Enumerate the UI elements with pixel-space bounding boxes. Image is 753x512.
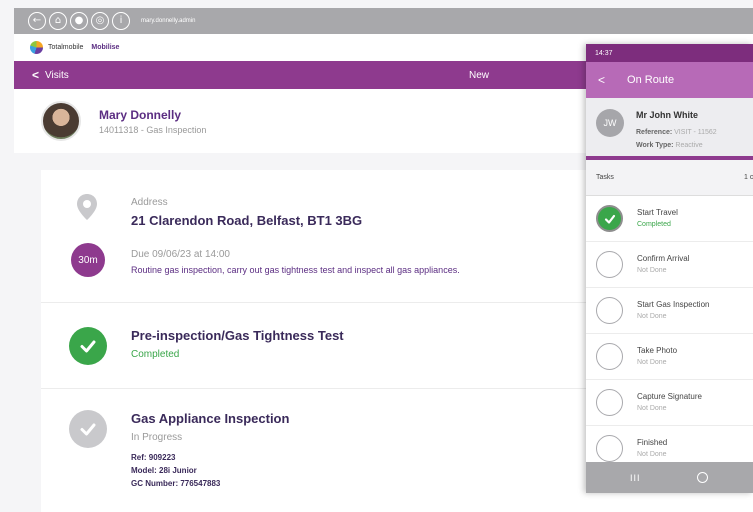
task-item[interactable]: Start Gas Inspection Not Done <box>586 288 753 334</box>
home-button-icon[interactable] <box>697 472 708 483</box>
task-title: Capture Signature <box>637 392 702 401</box>
home-circle-icon[interactable]: ⌂ <box>49 12 67 30</box>
visit-description: Routine gas inspection, carry out gas ti… <box>131 265 460 275</box>
appliance-model: Model: 28i Junior <box>131 466 197 475</box>
task-title: Confirm Arrival <box>637 254 690 263</box>
brand-name: Totalmobile <box>48 44 84 51</box>
recent-apps-icon[interactable]: III <box>630 473 641 483</box>
task-status: Not Done <box>637 451 667 458</box>
avatar <box>41 101 81 141</box>
task-item[interactable]: Confirm Arrival Not Done <box>586 242 753 288</box>
app-screen: ← ⌂ ● ◎ i mary.donnelly.admin Totalmobil… <box>0 0 753 512</box>
section-status: In Progress <box>131 432 183 443</box>
in-progress-check-icon <box>69 410 107 448</box>
task-checkbox[interactable] <box>596 435 623 462</box>
back-label: Visits <box>45 69 69 81</box>
task-title: Start Gas Inspection <box>637 300 710 309</box>
chevron-left-icon[interactable]: < <box>598 73 605 87</box>
tasks-count: 1 c <box>744 174 753 181</box>
chevron-left-icon: < <box>32 68 40 82</box>
task-status: Not Done <box>637 405 667 412</box>
address-value[interactable]: 21 Clarendon Road, Belfast, BT1 3BG <box>131 213 362 228</box>
user-circle-icon[interactable]: ● <box>70 12 88 30</box>
task-checkbox[interactable] <box>596 389 623 416</box>
task-title: Take Photo <box>637 346 678 355</box>
task-status: Not Done <box>637 267 667 274</box>
phone-customer-name: Mr John White <box>636 110 698 120</box>
phone-nav-buttons: III <box>586 462 753 493</box>
task-title: Finished <box>637 438 668 447</box>
section-title: Pre-inspection/Gas Tightness Test <box>131 328 344 343</box>
task-status: Not Done <box>637 313 667 320</box>
task-item[interactable]: Capture Signature Not Done <box>586 380 753 426</box>
section-title: Gas Appliance Inspection <box>131 411 290 426</box>
tasks-label: Tasks <box>596 174 614 181</box>
duration-badge: 30m <box>71 243 105 277</box>
location-pin-icon <box>77 194 97 220</box>
task-item[interactable]: Take Photo Not Done <box>586 334 753 380</box>
task-checkbox[interactable] <box>596 251 623 278</box>
username-label: mary.donnelly.admin <box>141 18 196 24</box>
section-status: Completed <box>131 349 180 360</box>
customer-name: Mary Donnelly <box>99 107 182 122</box>
phone-title: On Route <box>627 74 675 86</box>
task-checkbox[interactable] <box>596 205 623 232</box>
task-title: Start Travel <box>637 208 678 217</box>
system-bar: ← ⌂ ● ◎ i mary.donnelly.admin <box>14 8 753 34</box>
phone-work-type: Work Type: Reactive <box>636 142 703 149</box>
totalmobile-logo-icon <box>30 41 43 54</box>
address-label: Address <box>131 197 168 208</box>
task-item[interactable]: Start Travel Completed <box>586 196 753 242</box>
nav-title: New <box>469 69 490 81</box>
visits-back-button[interactable]: < Visits <box>32 68 69 82</box>
target-circle-icon[interactable]: ◎ <box>91 12 109 30</box>
phone-customer-card: JW Mr John White Reference: VISIT - 1156… <box>586 98 753 160</box>
customer-initials-avatar: JW <box>596 109 624 137</box>
task-checkbox[interactable] <box>596 343 623 370</box>
task-checkbox[interactable] <box>596 297 623 324</box>
appliance-ref: Ref: 909223 <box>131 453 176 462</box>
phone-time: 14:37 <box>595 49 613 57</box>
tasks-header: Tasks 1 c <box>586 160 753 196</box>
product-name: Mobilise <box>91 44 120 51</box>
due-date: Due 09/06/23 at 14:00 <box>131 249 230 260</box>
phone-reference: Reference: VISIT - 11562 <box>636 129 717 136</box>
phone-status-bar: 14:37 <box>586 44 753 62</box>
completed-check-icon <box>69 327 107 365</box>
mobile-app-overlay: 14:37 < On Route JW Mr John White Refere… <box>586 44 753 493</box>
appliance-gc-number: GC Number: 776547883 <box>131 479 221 488</box>
visit-subtitle: 14011318 - Gas Inspection <box>99 124 207 135</box>
info-circle-icon[interactable]: i <box>112 12 130 30</box>
phone-nav-bar: < On Route <box>586 62 753 98</box>
task-status: Completed <box>637 221 671 228</box>
task-status: Not Done <box>637 359 667 366</box>
back-circle-icon[interactable]: ← <box>28 12 46 30</box>
